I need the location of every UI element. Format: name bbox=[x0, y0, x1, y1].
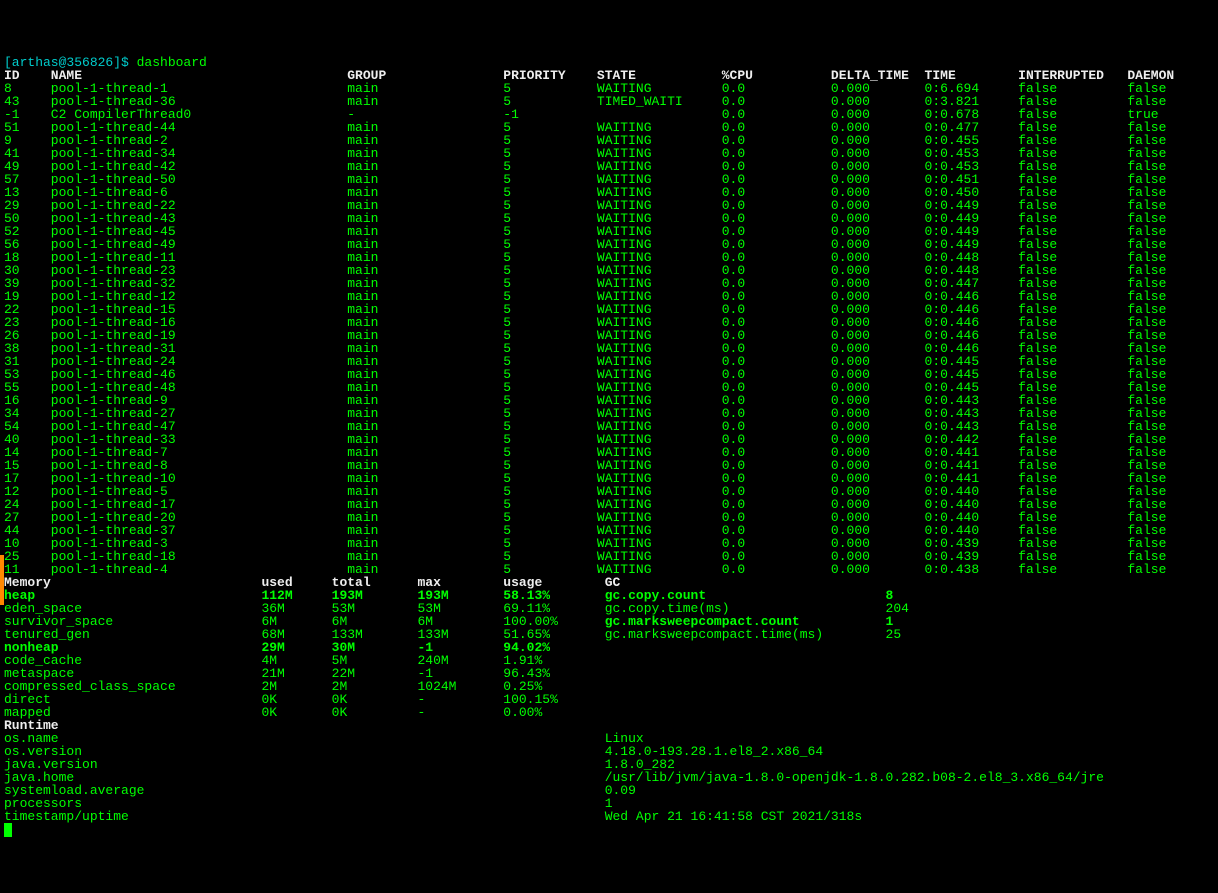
scroll-indicator bbox=[0, 555, 4, 605]
runtime-row: processors 1 bbox=[4, 797, 1214, 810]
cursor-icon bbox=[4, 823, 12, 837]
runtime-row: timestamp/uptime Wed Apr 21 16:41:58 CST… bbox=[4, 810, 1214, 823]
terminal-output[interactable]: [arthas@356826]$ dashboardID NAME GROUP … bbox=[4, 56, 1214, 837]
memory-row: mapped 0K 0K - 0.00% bbox=[4, 706, 1214, 719]
runtime-row: systemload.average 0.09 bbox=[4, 784, 1214, 797]
cursor-line[interactable] bbox=[4, 823, 1214, 837]
